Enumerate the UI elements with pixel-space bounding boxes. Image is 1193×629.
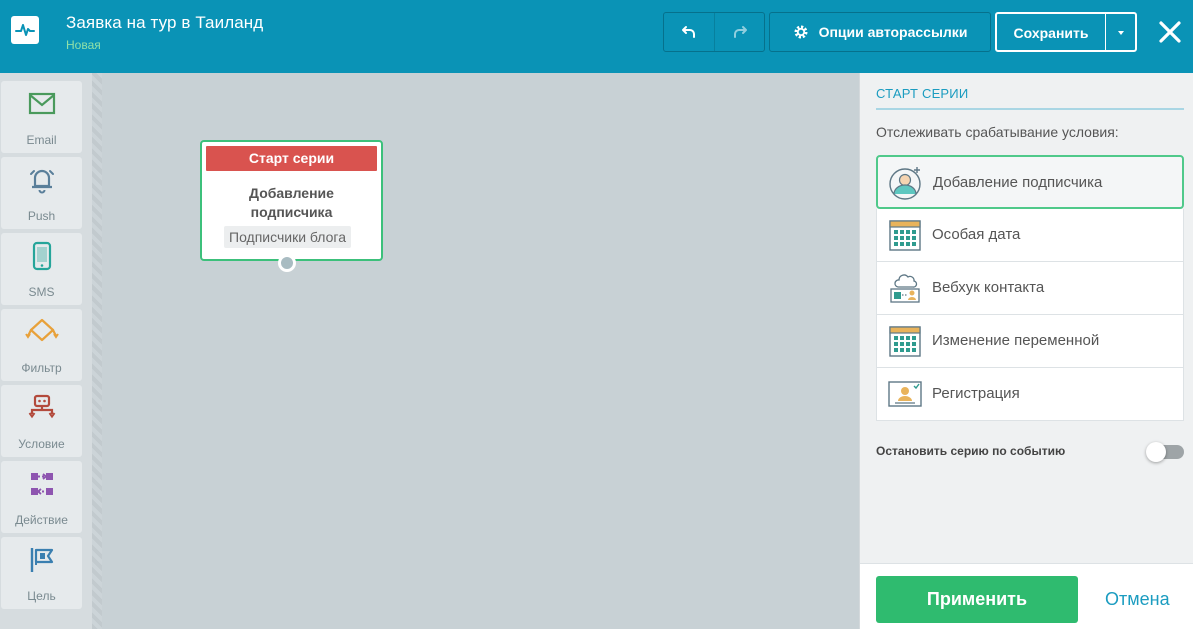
trigger-option-label: Добавление подписчика xyxy=(933,174,1103,191)
trigger-option-variable-change[interactable]: Изменение переменной xyxy=(876,315,1184,368)
panel-subtitle: Отслеживать срабатывание условия: xyxy=(876,124,1119,140)
caret-down-icon xyxy=(1117,31,1124,35)
calendar-icon xyxy=(889,220,921,251)
toggle-knob xyxy=(1146,442,1166,462)
tool-condition[interactable]: Условие xyxy=(1,385,82,457)
tool-push[interactable]: Push xyxy=(1,157,82,229)
status-badge: Новая xyxy=(66,38,101,52)
node-tag: Подписчики блога xyxy=(224,226,351,248)
tool-filter[interactable]: Фильтр xyxy=(1,309,82,381)
add-subscriber-icon xyxy=(889,167,921,200)
stop-series-label: Остановить серию по событию xyxy=(876,444,1066,458)
goal-flag-icon xyxy=(30,548,54,572)
node-header: Старт серии xyxy=(206,146,377,171)
autoseries-options-label: Опции авторассылки xyxy=(818,24,968,40)
app-header: Заявка на тур в Таиланд Новая Опции авто… xyxy=(0,0,1193,73)
stop-series-toggle[interactable] xyxy=(1146,442,1184,462)
redo-button[interactable] xyxy=(714,13,764,51)
panel-title: СТАРТ СЕРИИ xyxy=(876,86,969,101)
tool-filter-label: Фильтр xyxy=(21,361,62,375)
save-button[interactable]: Сохранить xyxy=(997,14,1105,52)
autoseries-options: Опции авторассылки xyxy=(769,12,991,52)
redo-icon xyxy=(733,26,747,38)
tool-action-label: Действие xyxy=(15,513,68,527)
panel-footer: Применить Отмена xyxy=(860,563,1193,629)
tool-sms-label: SMS xyxy=(28,285,55,299)
tool-goal[interactable]: Цель xyxy=(1,537,82,609)
logo-icon[interactable] xyxy=(11,16,39,44)
action-icon xyxy=(31,473,53,495)
save-dropdown-button[interactable] xyxy=(1105,14,1135,52)
close-icon xyxy=(1159,21,1181,43)
autoseries-options-button[interactable]: Опции авторассылки xyxy=(770,13,990,51)
calendar-variable-icon xyxy=(889,326,921,357)
tool-condition-label: Условие xyxy=(18,437,65,451)
condition-icon xyxy=(28,394,56,419)
panel-title-divider xyxy=(876,108,1184,110)
close-button[interactable] xyxy=(1156,18,1184,46)
gear-icon xyxy=(794,25,808,39)
trigger-option-label: Вебхук контакта xyxy=(932,279,1045,296)
trigger-option-label: Изменение переменной xyxy=(932,332,1100,349)
webhook-icon xyxy=(890,274,920,303)
trigger-option-webhook[interactable]: Вебхук контакта xyxy=(876,262,1184,315)
tool-palette: Email Push SMS Фильтр Условие Действие Ц… xyxy=(0,73,92,629)
trigger-option-special-date[interactable]: Особая дата xyxy=(876,209,1184,262)
node-title: Добавление подписчика xyxy=(249,185,334,220)
phone-icon xyxy=(32,241,52,271)
tool-action[interactable]: Действие xyxy=(1,461,82,533)
cancel-button[interactable]: Отмена xyxy=(1105,589,1170,610)
series-start-node[interactable]: Старт серии Добавление подписчика Подпис… xyxy=(200,140,383,261)
settings-panel: СТАРТ СЕРИИ Отслеживать срабатывание усл… xyxy=(859,73,1193,629)
trigger-option-add-subscriber[interactable]: Добавление подписчика xyxy=(876,155,1184,209)
tool-goal-label: Цель xyxy=(27,589,56,603)
bell-icon xyxy=(30,169,54,194)
tool-email[interactable]: Email xyxy=(1,81,82,153)
trigger-option-registration[interactable]: Регистрация xyxy=(876,368,1184,421)
node-output-port[interactable] xyxy=(278,254,296,272)
canvas-edge xyxy=(92,73,102,629)
tool-push-label: Push xyxy=(27,209,56,223)
envelope-icon xyxy=(28,92,56,115)
tool-email-label: Email xyxy=(26,133,57,147)
page-title: Заявка на тур в Таиланд xyxy=(66,13,264,32)
tool-sms[interactable]: SMS xyxy=(1,233,82,305)
undo-icon xyxy=(682,26,695,38)
trigger-option-label: Регистрация xyxy=(932,385,1020,402)
registration-icon xyxy=(888,381,922,407)
undo-button[interactable] xyxy=(664,13,714,51)
trigger-option-label: Особая дата xyxy=(932,226,1021,243)
save-controls: Сохранить xyxy=(995,12,1137,52)
filter-icon xyxy=(25,318,59,342)
history-controls xyxy=(663,12,765,52)
apply-button[interactable]: Применить xyxy=(876,576,1078,623)
trigger-options: Добавление подписчика Особая дата Вебхук… xyxy=(876,155,1184,421)
